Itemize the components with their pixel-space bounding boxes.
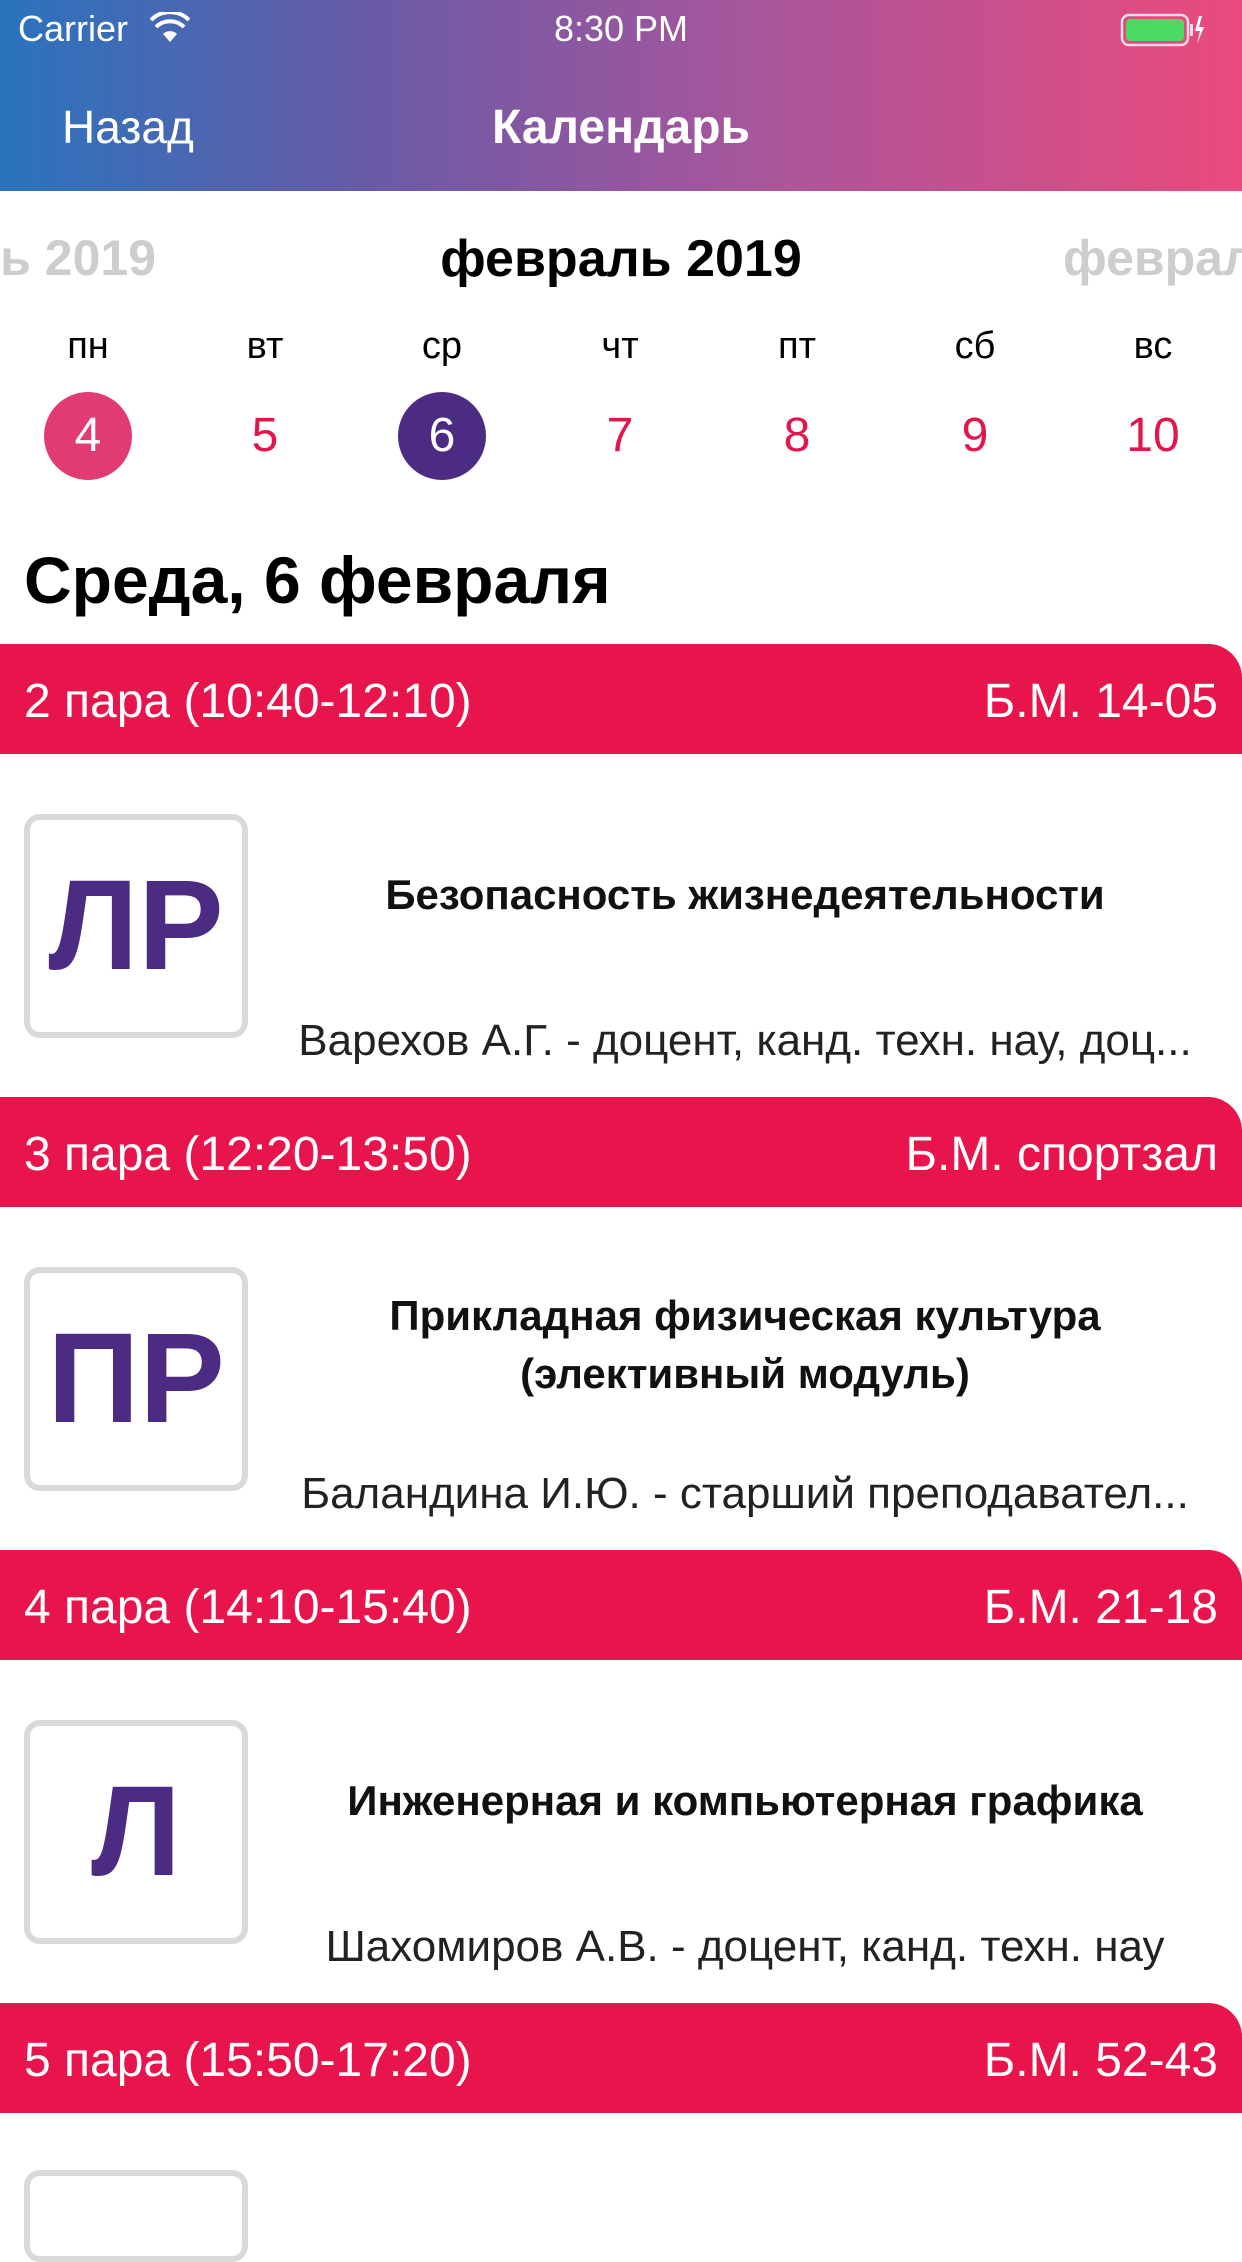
day-sunday[interactable]: вс 10 (1083, 320, 1223, 480)
weekday-label: ср (421, 325, 463, 367)
slot-room: Б.М. 52-43 (983, 2034, 1218, 2087)
day-number[interactable]: 8 (753, 392, 841, 480)
day-saturday[interactable]: сб 9 (905, 320, 1045, 480)
lesson-subject: Безопасность жизнедеятельности (270, 866, 1220, 924)
day-thursday[interactable]: чт 7 (550, 320, 690, 480)
slot-room: Б.М. 21-18 (983, 1581, 1218, 1634)
slot-time: 5 пара (15:50-17:20) (24, 2034, 472, 2087)
slot-header: 4 пара (14:10-15:40) Б.М. 21-18 (0, 1550, 1242, 1660)
slot-header: 3 пара (12:20-13:50) Б.М. спортзал (0, 1097, 1242, 1207)
day-friday[interactable]: пт 8 (727, 320, 867, 480)
day-number-selected[interactable]: 6 (398, 392, 486, 480)
subject-line: Безопасность жизнедеятельности (385, 871, 1105, 918)
navigation-bar: Carrier 8:30 PM Назад Календарь (0, 0, 1242, 191)
lesson-subject: Прикладная физическая культура (элективн… (270, 1287, 1220, 1403)
slot-header: 5 пара (15:50-17:20) Б.М. 52-43 (0, 2003, 1242, 2113)
lesson-type-badge: ПР (24, 1267, 248, 1491)
day-tuesday[interactable]: вт 5 (195, 320, 335, 480)
lesson-card[interactable]: Л Инженерная и компьютерная графика Шахо… (0, 1660, 1242, 2003)
month-selector[interactable]: ь 2019 февраль 2019 феврал (0, 191, 1242, 301)
lesson-subject: Инженерная и компьютерная графика (270, 1772, 1220, 1830)
day-number[interactable]: 5 (221, 392, 309, 480)
day-heading: Среда, 6 февраля (24, 543, 611, 617)
current-month: февраль 2019 (440, 230, 802, 288)
lesson-card[interactable]: ЛР Безопасность жизнедеятельности Варехо… (0, 754, 1242, 1097)
weekday-label: вс (1133, 325, 1173, 367)
day-wednesday[interactable]: ср 6 (372, 320, 512, 480)
page-title: Календарь (491, 101, 751, 154)
weekday-label: пт (778, 325, 816, 367)
status-time: 8:30 PM (553, 8, 689, 49)
slot-time: 3 пара (12:20-13:50) (24, 1128, 472, 1181)
weekday-label: пн (67, 325, 109, 367)
lesson-type-badge: ЛР (24, 814, 248, 1038)
next-month[interactable]: феврал (1063, 229, 1242, 287)
lesson-teacher: Баландина И.Ю. - старший преподавател... (301, 1469, 1189, 1518)
lesson-type-badge: Л (24, 1720, 248, 1944)
day-number-today[interactable]: 4 (44, 392, 132, 480)
slot-time: 2 пара (10:40-12:10) (24, 675, 472, 728)
lesson-teacher: Шахомиров А.В. - доцент, канд. техн. нау (325, 1922, 1165, 1971)
weekday-label: чт (601, 325, 639, 367)
status-bar: Carrier 8:30 PM (0, 0, 1242, 62)
lesson-type-badge (24, 2170, 248, 2262)
subject-line: Инженерная и компьютерная графика (347, 1777, 1143, 1824)
week-strip: пн 4 вт 5 ср 6 чт 7 пт 8 сб 9 вс 10 (0, 320, 1242, 490)
day-number[interactable]: 9 (931, 392, 1019, 480)
slot-room: Б.М. спортзал (905, 1128, 1218, 1181)
battery-icon (1120, 13, 1204, 47)
lesson-card[interactable]: ПР Прикладная физическая культура (элект… (0, 1207, 1242, 1550)
weekday-label: сб (954, 325, 996, 367)
day-number[interactable]: 7 (576, 392, 664, 480)
lesson-teacher: Варехов А.Г. - доцент, канд. техн. нау, … (298, 1016, 1192, 1065)
day-monday[interactable]: пн 4 (18, 320, 158, 480)
slot-time: 4 пара (14:10-15:40) (24, 1581, 472, 1634)
subject-line: (элективный модуль) (520, 1350, 970, 1397)
day-number[interactable]: 10 (1109, 392, 1197, 480)
subject-line: Прикладная физическая культура (389, 1292, 1101, 1339)
slot-room: Б.М. 14-05 (983, 675, 1218, 728)
slot-header: 2 пара (10:40-12:10) Б.М. 14-05 (0, 644, 1242, 754)
weekday-label: вт (246, 325, 284, 367)
